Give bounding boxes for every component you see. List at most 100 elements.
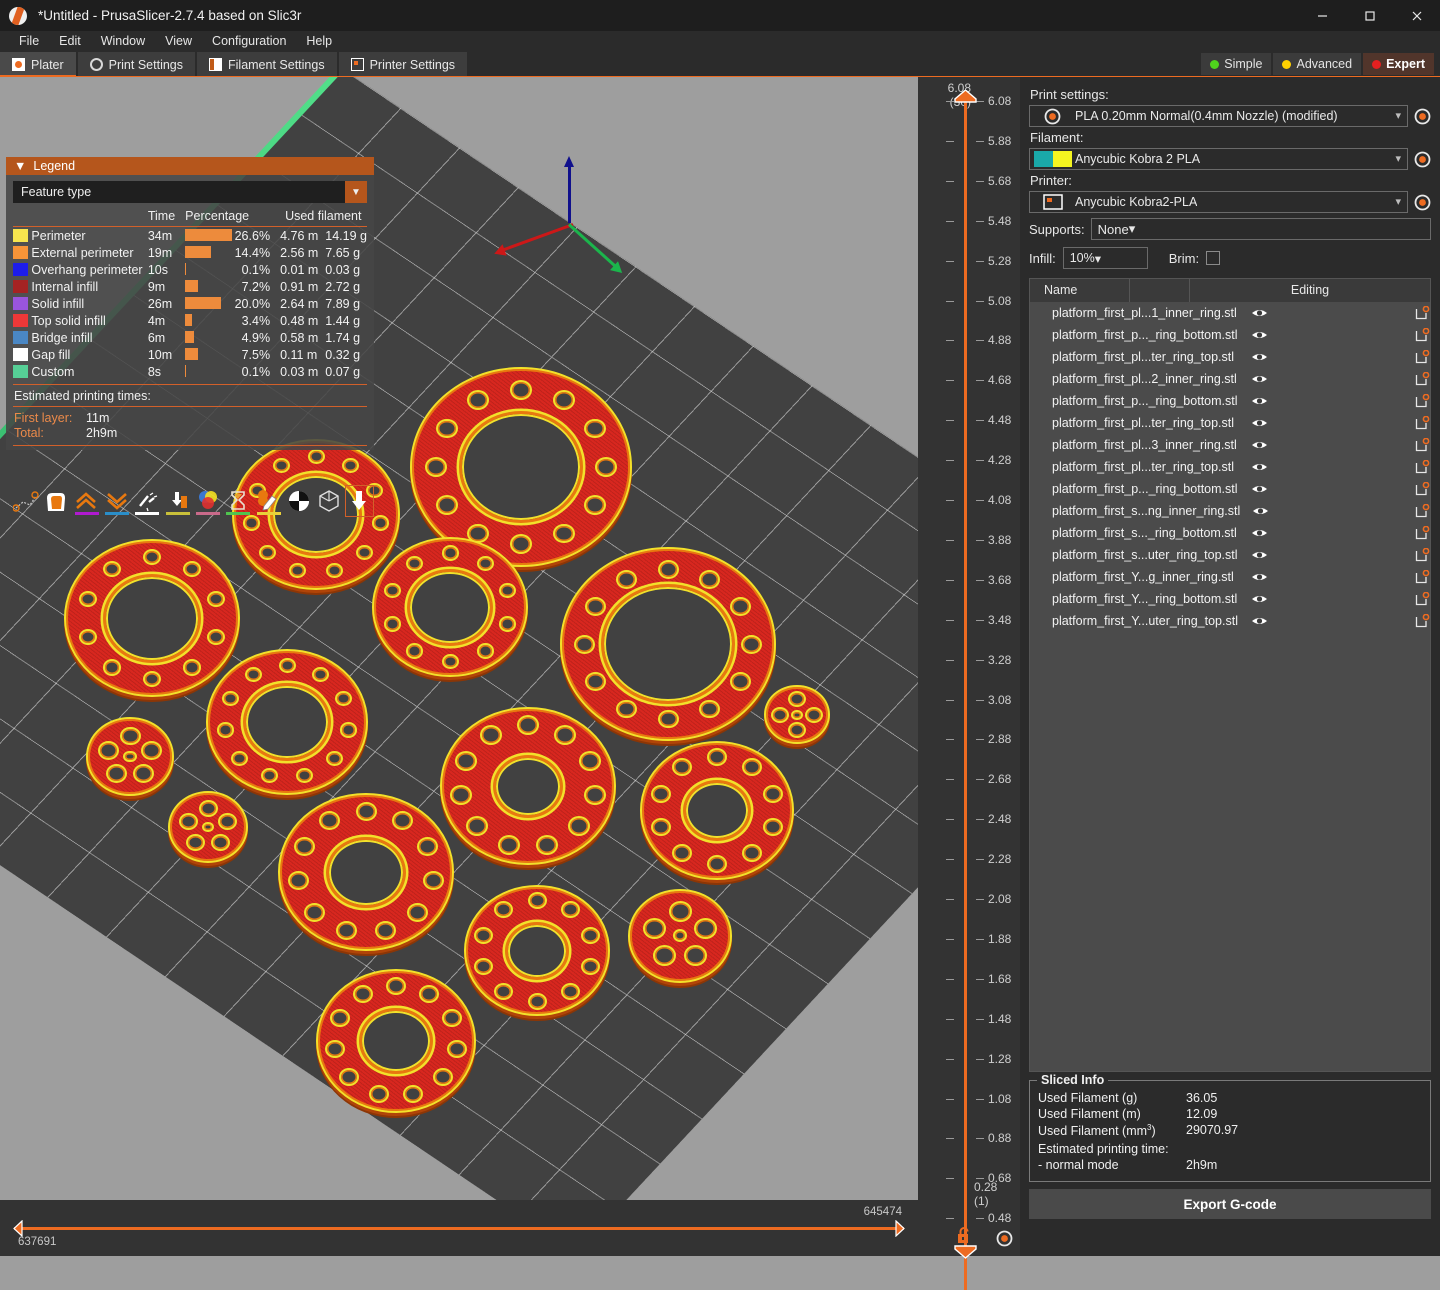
- sliced-ring-object[interactable]: [560, 547, 776, 741]
- tool-marker-icon[interactable]: [284, 485, 313, 517]
- table-row[interactable]: platform_first_Y...g_inner_ring.stl: [1030, 566, 1430, 588]
- menu-help[interactable]: Help: [296, 31, 342, 52]
- export-gcode-button[interactable]: Export G-code: [1029, 1189, 1431, 1219]
- table-row[interactable]: platform_first_pl...ter_ring_top.stl: [1030, 456, 1430, 478]
- edit-object-icon[interactable]: [1280, 526, 1430, 540]
- filament-gear-icon[interactable]: [1414, 151, 1431, 168]
- edit-object-icon[interactable]: [1280, 570, 1430, 584]
- tab-print-settings[interactable]: Print Settings: [78, 52, 195, 77]
- color-print-icon[interactable]: [193, 485, 222, 517]
- move-slider-right-thumb[interactable]: [895, 1220, 908, 1240]
- sliced-ring-object[interactable]: [168, 791, 248, 863]
- maximize-button[interactable]: [1346, 0, 1393, 31]
- table-row[interactable]: platform_first_p..._ring_bottom.stl: [1030, 324, 1430, 346]
- sliced-ring-object[interactable]: [628, 889, 732, 983]
- travel-icon[interactable]: [11, 485, 40, 517]
- sliced-ring-object[interactable]: [86, 717, 174, 796]
- table-row[interactable]: platform_first_Y..._ring_bottom.stl: [1030, 588, 1430, 610]
- wipe-icon[interactable]: [41, 485, 70, 517]
- table-row[interactable]: platform_first_p..._ring_bottom.stl: [1030, 478, 1430, 500]
- table-row[interactable]: platform_first_pl...1_inner_ring.stl: [1030, 302, 1430, 324]
- sliced-ring-object[interactable]: [464, 885, 610, 1016]
- legend-row[interactable]: External perimeter19m14.4%2.56 m7.65 g: [13, 244, 367, 261]
- sliced-ring-object[interactable]: [764, 685, 830, 744]
- move-slider[interactable]: 637691 645474: [0, 1200, 918, 1256]
- infill-select[interactable]: 10% ▾: [1063, 247, 1148, 269]
- legend-row[interactable]: Bridge infill6m4.9%0.58 m1.74 g: [13, 329, 367, 346]
- view-type-select[interactable]: Feature type ▼: [13, 181, 367, 203]
- mode-simple[interactable]: Simple: [1201, 53, 1271, 75]
- edit-object-icon[interactable]: [1280, 460, 1430, 474]
- deretractions-icon[interactable]: [102, 485, 131, 517]
- eye-icon[interactable]: [1239, 483, 1280, 495]
- eye-icon[interactable]: [1239, 571, 1280, 583]
- filament-select[interactable]: Anycubic Kobra 2 PLA ▾: [1029, 148, 1408, 170]
- retractions-icon[interactable]: [72, 485, 101, 517]
- table-row[interactable]: platform_first_s...ng_inner_ring.stl: [1030, 500, 1430, 522]
- edit-object-icon[interactable]: [1280, 372, 1430, 386]
- tab-printer-settings[interactable]: Printer Settings: [339, 52, 467, 77]
- mode-advanced[interactable]: Advanced: [1273, 53, 1361, 75]
- shells-icon[interactable]: [314, 485, 343, 517]
- table-row[interactable]: platform_first_p..._ring_bottom.stl: [1030, 390, 1430, 412]
- sliced-ring-object[interactable]: [640, 741, 794, 880]
- edit-object-icon[interactable]: [1280, 350, 1430, 364]
- table-row[interactable]: platform_first_pl...ter_ring_top.stl: [1030, 346, 1430, 368]
- layer-slider-gear-icon[interactable]: [996, 1230, 1013, 1250]
- seams-icon[interactable]: [132, 485, 161, 517]
- edit-object-icon[interactable]: [1280, 328, 1430, 342]
- table-row[interactable]: platform_first_Y...uter_ring_top.stl: [1030, 610, 1430, 632]
- mode-expert[interactable]: Expert: [1363, 53, 1434, 75]
- menu-file[interactable]: File: [9, 31, 49, 52]
- eye-icon[interactable]: [1239, 549, 1280, 561]
- sliced-ring-object[interactable]: [278, 793, 454, 951]
- eye-icon[interactable]: [1239, 593, 1280, 605]
- table-row[interactable]: platform_first_pl...3_inner_ring.stl: [1030, 434, 1430, 456]
- edit-object-icon[interactable]: [1280, 306, 1430, 320]
- table-row[interactable]: platform_first_pl...ter_ring_top.stl: [1030, 412, 1430, 434]
- legend-header[interactable]: ▼ Legend: [6, 157, 374, 175]
- legend-row[interactable]: Top solid infill4m3.4%0.48 m1.44 g: [13, 312, 367, 329]
- printer-select[interactable]: Anycubic Kobra2-PLA ▾: [1029, 191, 1408, 213]
- menu-edit[interactable]: Edit: [49, 31, 91, 52]
- tab-plater[interactable]: Plater: [0, 52, 76, 77]
- eye-icon[interactable]: [1240, 505, 1280, 517]
- close-button[interactable]: [1393, 0, 1440, 31]
- sliced-ring-object[interactable]: [206, 649, 368, 795]
- legend-row[interactable]: Custom8s0.1%0.03 m0.07 g: [13, 363, 367, 380]
- move-slider-track[interactable]: [14, 1227, 904, 1230]
- layer-slider-upper-thumb[interactable]: [954, 90, 977, 103]
- layer-slider[interactable]: 6.08 (30) 6.085.885.685.485.285.084.884.…: [918, 77, 1020, 1256]
- supports-select[interactable]: None ▾: [1091, 218, 1431, 240]
- unlock-icon[interactable]: [956, 1226, 973, 1248]
- legend-row[interactable]: Overhang perimeter10s0.1%0.01 m0.03 g: [13, 261, 367, 278]
- object-list-body[interactable]: platform_first_pl...1_inner_ring.stlplat…: [1030, 302, 1430, 1071]
- eye-icon[interactable]: [1239, 307, 1280, 319]
- legend-toggle-icon[interactable]: [345, 485, 374, 517]
- edit-object-icon[interactable]: [1280, 592, 1430, 606]
- tab-filament-settings[interactable]: Filament Settings: [197, 52, 337, 77]
- sliced-ring-object[interactable]: [64, 539, 240, 697]
- layer-slider-track[interactable]: [964, 95, 967, 1290]
- eye-icon[interactable]: [1239, 351, 1280, 363]
- table-row[interactable]: platform_first_s...uter_ring_top.stl: [1030, 544, 1430, 566]
- eye-icon[interactable]: [1239, 461, 1280, 473]
- edit-object-icon[interactable]: [1281, 504, 1430, 518]
- edit-object-icon[interactable]: [1280, 482, 1430, 496]
- sliced-ring-object[interactable]: [372, 537, 528, 677]
- table-row[interactable]: platform_first_s..._ring_bottom.stl: [1030, 522, 1430, 544]
- edit-object-icon[interactable]: [1280, 416, 1430, 430]
- sliced-ring-object[interactable]: [440, 707, 616, 865]
- eye-icon[interactable]: [1239, 395, 1280, 407]
- brim-checkbox[interactable]: [1206, 251, 1220, 265]
- eye-icon[interactable]: [1239, 615, 1280, 627]
- menu-view[interactable]: View: [155, 31, 202, 52]
- edit-object-icon[interactable]: [1280, 394, 1430, 408]
- printer-gear-icon[interactable]: [1414, 194, 1431, 211]
- sliced-ring-object[interactable]: [316, 969, 476, 1113]
- legend-row[interactable]: Solid infill26m20.0%2.64 m7.89 g: [13, 295, 367, 312]
- eye-icon[interactable]: [1239, 373, 1280, 385]
- edit-object-icon[interactable]: [1280, 548, 1430, 562]
- eye-icon[interactable]: [1239, 417, 1280, 429]
- eye-icon[interactable]: [1239, 329, 1280, 341]
